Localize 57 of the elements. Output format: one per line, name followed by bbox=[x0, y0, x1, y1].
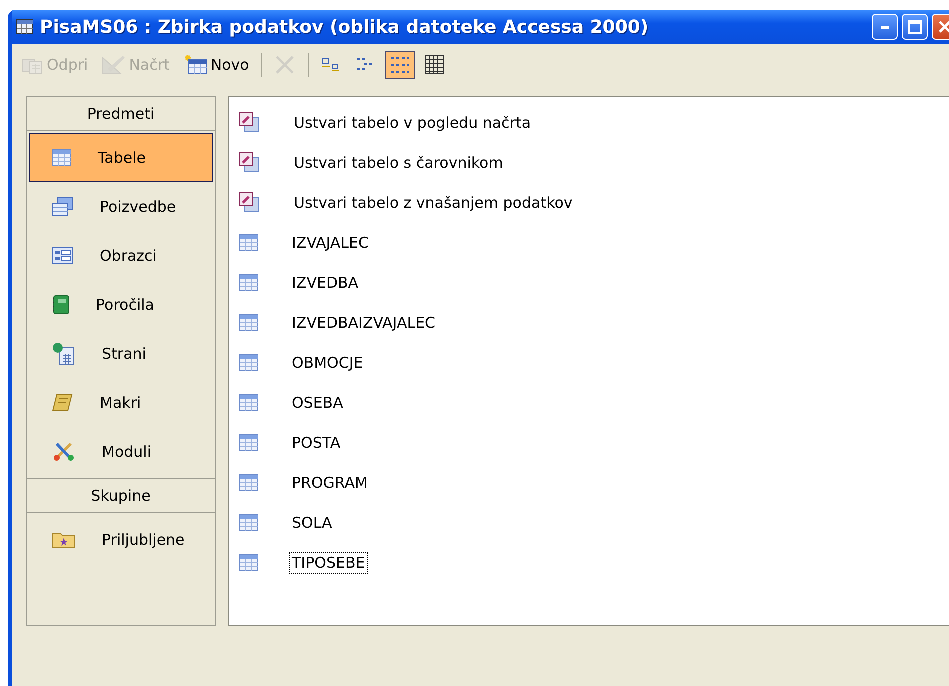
sidebar-item[interactable]: Strani bbox=[29, 329, 213, 378]
close-icon bbox=[938, 20, 949, 34]
table-icon bbox=[239, 474, 259, 492]
ruler-icon bbox=[102, 55, 126, 75]
list-item[interactable]: SOLA bbox=[239, 503, 949, 543]
window-title: PisaMS06 : Zbirka podatkov (oblika datoteke Accessa 2000) bbox=[40, 16, 649, 38]
form-icon bbox=[52, 246, 74, 264]
table-icon bbox=[239, 314, 259, 332]
table-icon bbox=[239, 234, 259, 252]
details-icon bbox=[425, 55, 446, 75]
sidebar-item[interactable]: Tabele bbox=[29, 133, 213, 182]
sidebar-item[interactable]: Moduli bbox=[29, 427, 213, 476]
sidebar-item[interactable]: Priljubljene bbox=[29, 515, 213, 564]
group-header[interactable]: Predmeti bbox=[27, 97, 215, 131]
list-item[interactable]: Ustvari tabelo v pogledu načrta bbox=[239, 103, 949, 143]
list-item[interactable]: OSEBA bbox=[239, 383, 949, 423]
minimize-icon bbox=[881, 26, 889, 28]
table-icon bbox=[239, 554, 259, 572]
scroll-icon bbox=[52, 392, 74, 412]
wizard-icon bbox=[239, 152, 261, 174]
list-item[interactable]: TIPOSEBE bbox=[239, 543, 949, 583]
table-icon bbox=[239, 274, 259, 292]
table-icon bbox=[52, 148, 72, 166]
list-item[interactable]: IZVEDBA bbox=[239, 263, 949, 303]
table-icon bbox=[239, 514, 259, 532]
large-icons-icon bbox=[321, 57, 342, 73]
minimize-button[interactable] bbox=[872, 14, 898, 40]
wizard-icon bbox=[239, 112, 261, 134]
maximize-icon bbox=[908, 20, 922, 34]
query-icon bbox=[52, 196, 74, 216]
table-icon bbox=[239, 394, 259, 412]
list-item[interactable]: Ustvari tabelo s čarovnikom bbox=[239, 143, 949, 183]
web-page-icon bbox=[52, 342, 76, 366]
notebook-icon bbox=[52, 294, 70, 314]
wizard-icon bbox=[239, 192, 261, 214]
sidebar-item[interactable]: Makri bbox=[29, 378, 213, 427]
list-item[interactable]: IZVEDBAIZVAJALEC bbox=[239, 303, 949, 343]
sidebar-item[interactable]: Poročila bbox=[29, 280, 213, 329]
toolbar-icon-button[interactable] bbox=[385, 51, 416, 79]
sidebar-item[interactable]: Obrazci bbox=[29, 231, 213, 280]
list-item[interactable]: OBMOCJE bbox=[239, 343, 949, 383]
maximize-button[interactable] bbox=[902, 14, 928, 40]
table-icon bbox=[239, 434, 259, 452]
list-item[interactable]: POSTA bbox=[239, 423, 949, 463]
delete-icon bbox=[274, 54, 296, 76]
table-icon bbox=[239, 354, 259, 372]
new-table-icon bbox=[184, 55, 208, 75]
list-icon bbox=[389, 55, 412, 75]
folder-icon bbox=[52, 530, 76, 548]
list-item[interactable]: IZVAJALEC bbox=[239, 223, 949, 263]
tools-icon bbox=[52, 440, 76, 462]
sidebar-item[interactable]: Poizvedbe bbox=[29, 182, 213, 231]
group-header[interactable]: Skupine bbox=[27, 478, 215, 513]
database-icon bbox=[16, 19, 34, 35]
toolbar-button[interactable]: Novo bbox=[180, 51, 254, 79]
list-item[interactable]: PROGRAM bbox=[239, 463, 949, 503]
list-item[interactable]: Ustvari tabelo z vnašanjem podatkov bbox=[239, 183, 949, 223]
